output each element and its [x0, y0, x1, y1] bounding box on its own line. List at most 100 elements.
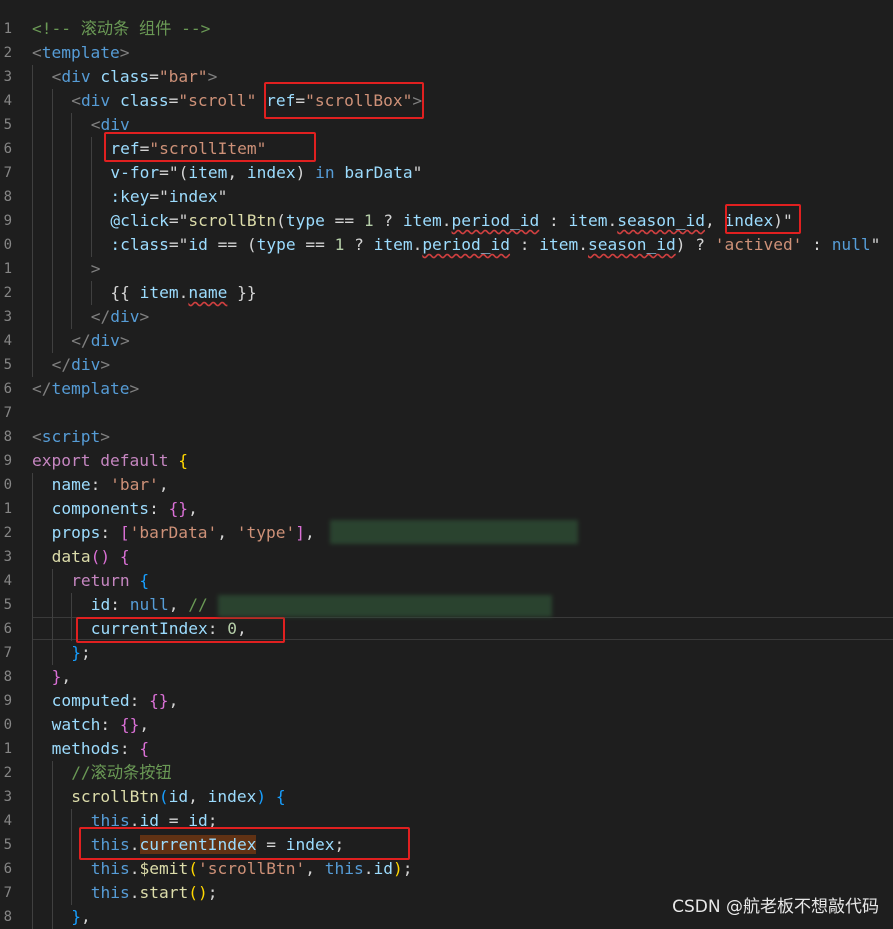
line-number: 5	[3, 117, 12, 133]
code-text: },	[71, 905, 91, 929]
code-token: {	[178, 451, 188, 470]
code-token: div	[90, 331, 120, 350]
code-text: return {	[71, 569, 149, 593]
code-text: props: ['barData', 'type'],	[52, 521, 315, 545]
code-token: class	[119, 91, 169, 110]
code-token: {}	[168, 499, 189, 518]
code-text: data() {	[52, 545, 130, 569]
code-token: ,	[168, 691, 179, 710]
indent-guide	[32, 281, 33, 305]
code-token: (	[276, 211, 286, 230]
indent-guide	[32, 65, 33, 89]
code-line[interactable]: 8},	[0, 665, 893, 689]
code-line[interactable]: 9 computed: {},	[0, 689, 893, 713]
code-token: {}	[149, 691, 169, 710]
code-line[interactable]: 4 <div class="scroll" ref="scrollBox">	[0, 89, 893, 113]
code-token: div	[110, 307, 140, 326]
code-token: )	[392, 859, 403, 878]
code-editor[interactable]: 1 <!-- 滚动条 组件 --> 2 <template> 3 <div class="…	[0, 0, 893, 929]
code-line[interactable]: 4 return {	[0, 569, 893, 593]
indent-guide	[90, 209, 92, 233]
red-highlight-box	[725, 204, 801, 234]
code-line[interactable]: 2 {{ item.name }}	[0, 281, 893, 305]
code-token: (	[158, 787, 169, 806]
code-line[interactable]: 1 >	[0, 257, 893, 281]
code-line[interactable]: 1 components: {},	[0, 497, 893, 521]
code-line[interactable]: 2 //滚动条按钮	[0, 761, 893, 785]
code-token: </	[51, 355, 72, 374]
code-token: :key	[110, 187, 150, 206]
code-line[interactable]: 8 <script>	[0, 425, 893, 449]
code-token: >	[100, 427, 110, 446]
indent-guide	[90, 137, 92, 161]
code-token: ==	[295, 235, 335, 254]
code-token: ]	[295, 523, 306, 542]
line-number: 9	[3, 213, 12, 229]
code-line[interactable]: 5 </div>	[0, 353, 893, 377]
code-token: item	[568, 211, 608, 230]
indent-guide	[51, 881, 53, 905]
line-number: 6	[3, 381, 12, 397]
code-token: type	[256, 235, 296, 254]
line-number: 9	[3, 453, 12, 469]
code-token: id	[188, 235, 208, 254]
code-line[interactable]: 3 </div>	[0, 305, 893, 329]
indent-guide	[32, 257, 33, 281]
indent-guide	[32, 737, 33, 761]
code-token: }	[51, 667, 62, 686]
code-line[interactable]: 3 <div class="bar">	[0, 65, 893, 89]
indent-guide	[32, 905, 33, 929]
line-number: 7	[3, 885, 12, 901]
code-line[interactable]: 3 scrollBtn(id, index) {	[0, 785, 893, 809]
code-line[interactable]: 0:class="id == (type == 1 ? item.period_…	[0, 233, 893, 257]
indent-guide	[32, 881, 33, 905]
code-token: </	[71, 331, 91, 350]
code-token: .	[363, 859, 374, 878]
code-line[interactable]: 0 name: 'bar',	[0, 473, 893, 497]
code-line[interactable]: 1 methods: {	[0, 737, 893, 761]
code-line[interactable]: 7	[0, 401, 893, 425]
code-token: methods	[51, 739, 120, 758]
code-line[interactable]: 6 </template>	[0, 377, 893, 401]
code-line[interactable]: 9 export default {	[0, 449, 893, 473]
indent-guide	[51, 329, 53, 353]
code-token: :class	[110, 235, 169, 254]
code-token: }}	[227, 283, 257, 302]
line-number: 1	[3, 741, 12, 757]
code-token: computed	[51, 691, 130, 710]
code-line[interactable]: 0 watch: {},	[0, 713, 893, 737]
line-number: 2	[3, 45, 12, 61]
code-token: type	[285, 211, 325, 230]
indent-guide	[32, 497, 33, 521]
code-token: item	[139, 283, 179, 302]
indent-guide	[71, 305, 73, 329]
code-token: export	[32, 451, 91, 470]
code-token: :	[119, 739, 140, 758]
code-line[interactable]: 3 data() {	[0, 545, 893, 569]
line-number: 4	[3, 93, 12, 109]
code-line[interactable]: 7};	[0, 641, 893, 665]
line-number: 5	[3, 357, 12, 373]
code-token: 1	[363, 211, 374, 230]
indent-guide	[51, 305, 53, 329]
code-text: :class="id == (type == 1 ? item.period_i…	[110, 233, 880, 257]
code-token: }	[71, 643, 81, 662]
code-token: >	[119, 43, 130, 62]
code-text: components: {},	[52, 497, 198, 521]
code-token: :	[100, 715, 120, 734]
code-token: ,	[227, 163, 247, 182]
code-line[interactable]: 7 v-for="(item, index) in barData"	[0, 161, 893, 185]
code-token: >	[207, 67, 218, 86]
code-line[interactable]: 2 <template>	[0, 41, 893, 65]
indent-guide	[51, 257, 53, 281]
code-token: {	[139, 571, 150, 590]
red-highlight-box	[264, 82, 424, 119]
code-token: script	[41, 427, 101, 446]
indent-guide	[90, 233, 92, 257]
code-token: .	[178, 283, 189, 302]
code-line[interactable]: 1 <!-- 滚动条 组件 -->	[0, 17, 893, 41]
code-line[interactable]: 6 this.$emit('scrollBtn', this.id);	[0, 857, 893, 881]
line-number: 8	[3, 669, 12, 685]
code-token: period_id	[422, 235, 511, 254]
code-line[interactable]: 4 </div>	[0, 329, 893, 353]
